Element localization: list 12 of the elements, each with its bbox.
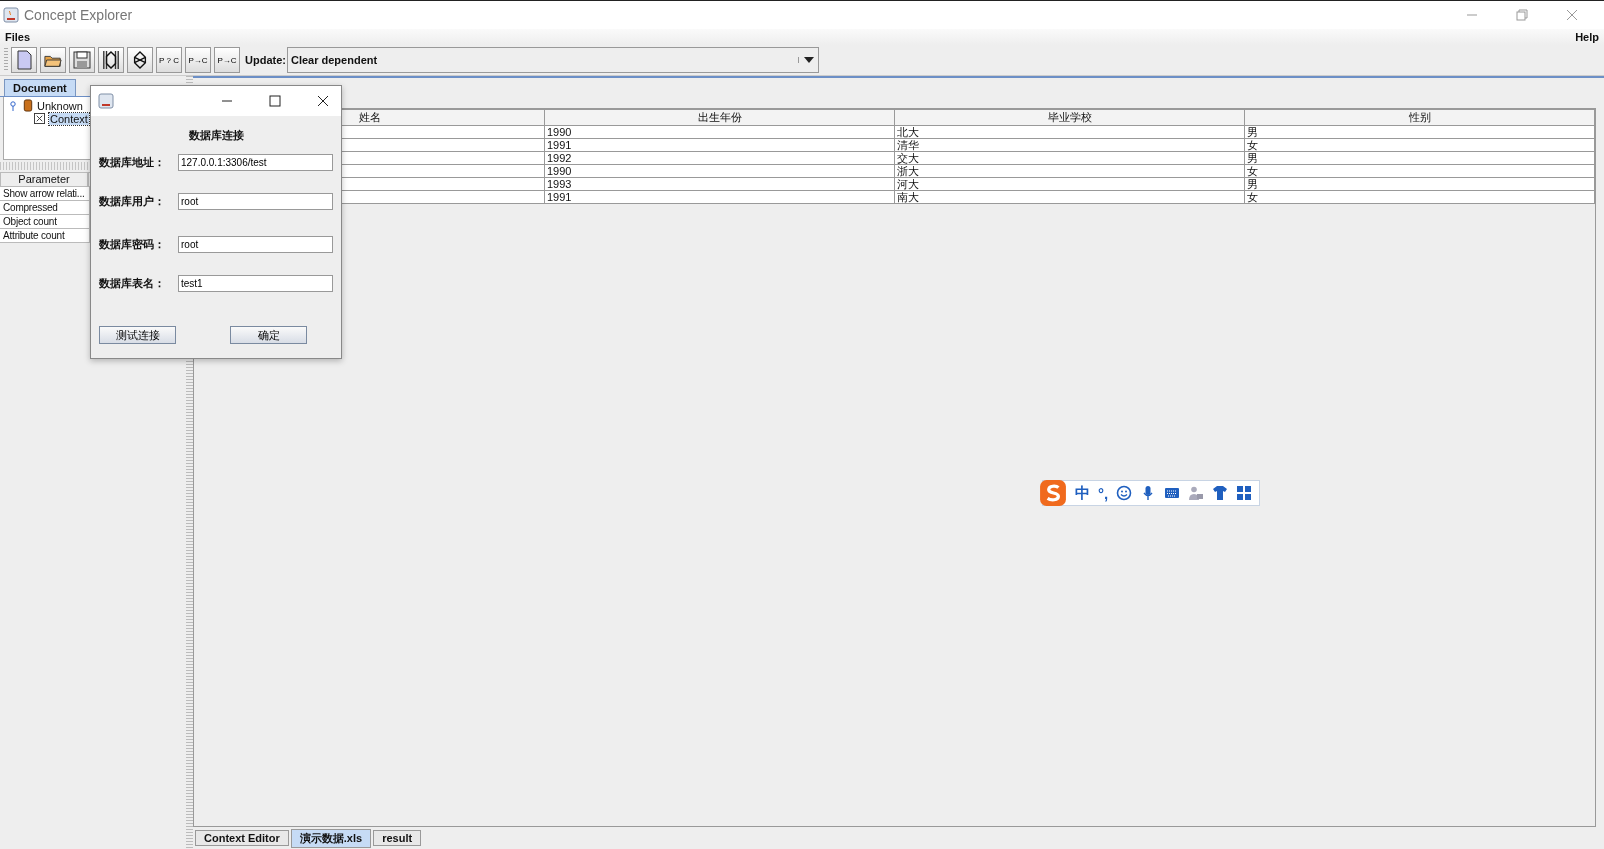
dialog-heading: 数据库连接 [187, 128, 245, 143]
table-cell: Show arrow relati... [0, 187, 89, 201]
update-label: Update: [245, 54, 286, 66]
table-cell: Compressed [0, 201, 89, 215]
field-label: 数据库密码： [99, 237, 165, 252]
column-header: Parameter [0, 172, 88, 187]
table-cell: Object count [0, 215, 89, 229]
field-label: 数据库地址： [99, 155, 165, 170]
field-label: 数据库表名： [99, 276, 165, 291]
table-cell: Attribute count [0, 229, 89, 243]
window-title: Concept Explorer [24, 7, 133, 23]
field-label: 数据库用户： [99, 194, 165, 209]
